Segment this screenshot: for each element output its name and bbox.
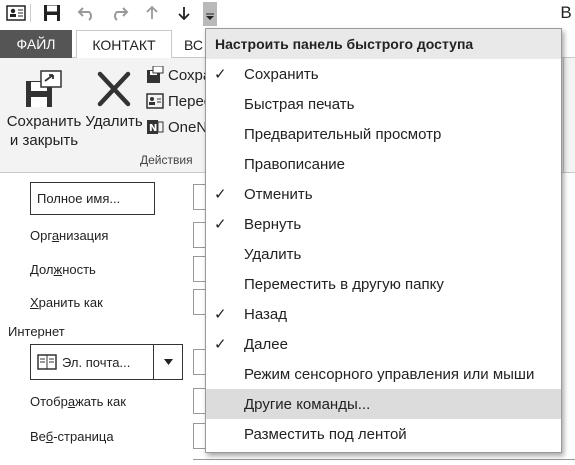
save-as-label: Сохранить <box>168 66 206 84</box>
email-button[interactable]: Эл. почта... <box>31 345 154 379</box>
menu-header: Настроить панель быстрого доступа <box>206 29 561 59</box>
undo-icon[interactable] <box>75 2 99 24</box>
customize-qat-menu: Настроить панель быстрого доступа ✓ Сохра… <box>205 28 562 453</box>
menu-item-label: Разместить под лентой <box>244 425 407 443</box>
menu-item-label: Переместить в другую папку <box>244 275 444 293</box>
menu-item-undo[interactable]: ✓ Отменить <box>206 179 561 209</box>
forward-label: Переслать <box>168 92 206 110</box>
up-arrow-icon[interactable] <box>140 2 164 24</box>
toolbar-separator <box>30 4 31 22</box>
menu-item-delete[interactable]: Удалить <box>206 239 561 269</box>
forward-button[interactable]: Переслать <box>146 90 206 112</box>
menu-item-label: Предварительный просмотр <box>244 125 442 143</box>
menu-item-quick-print[interactable]: Быстрая печать <box>206 89 561 119</box>
ribbon-group-label: Действия <box>140 153 193 167</box>
display-as-label: Отображать как <box>30 394 126 409</box>
email-label: Эл. почта... <box>62 354 131 370</box>
menu-item-move-to-folder[interactable]: Переместить в другую папку <box>206 269 561 299</box>
tab-insert-partial[interactable]: ВС <box>184 37 203 53</box>
email-field-group: Эл. почта... <box>30 344 183 380</box>
save-and-close-button[interactable]: Сохранить и закрыть <box>4 66 84 150</box>
file-as-label: Хранить как <box>30 295 103 310</box>
onenote-button[interactable]: N OneNote <box>146 116 206 138</box>
quick-access-toolbar: В <box>0 0 575 28</box>
menu-item-more-commands[interactable]: Другие команды... <box>206 389 561 419</box>
menu-item-label: Назад <box>244 305 287 323</box>
window-title-fragment: В <box>560 3 572 22</box>
down-arrow-icon[interactable] <box>172 2 196 24</box>
menu-item-label: Другие команды... <box>244 395 371 413</box>
menu-item-save[interactable]: ✓ Сохранить <box>206 59 561 89</box>
checkmark-icon: ✓ <box>214 335 227 353</box>
save-and-close-label-2: и закрыть <box>9 132 79 149</box>
forward-contact-icon <box>146 93 164 109</box>
web-page-label: Веб-страница <box>30 429 114 444</box>
address-book-icon <box>37 354 57 370</box>
contact-card-icon[interactable] <box>4 2 28 24</box>
tab-contact[interactable]: КОНТАКТ <box>76 30 172 59</box>
customize-dropdown-icon[interactable] <box>203 2 217 26</box>
save-and-close-label-1: Сохранить <box>6 113 82 130</box>
menu-item-label: Вернуть <box>244 215 302 233</box>
checkmark-icon: ✓ <box>214 215 227 233</box>
delete-x-icon <box>95 66 133 112</box>
menu-item-redo[interactable]: ✓ Вернуть <box>206 209 561 239</box>
save-icon[interactable] <box>40 2 64 24</box>
tab-file[interactable]: ФАЙЛ <box>0 30 72 58</box>
form-divider <box>193 459 575 460</box>
redo-icon[interactable] <box>107 2 131 24</box>
onenote-icon: N <box>147 120 164 134</box>
menu-item-print-preview[interactable]: Предварительный просмотр <box>206 119 561 149</box>
menu-item-label: Правописание <box>244 155 345 173</box>
menu-item-spelling[interactable]: Правописание <box>206 149 561 179</box>
menu-item-show-below-ribbon[interactable]: Разместить под лентой <box>206 419 561 449</box>
save-as-icon <box>147 66 164 83</box>
menu-item-label: Отменить <box>244 185 313 203</box>
ribbon-scroll-edge <box>563 58 575 173</box>
menu-item-label: Режим сенсорного управления или мыши <box>244 365 535 383</box>
full-name-button[interactable]: Полное имя... <box>30 182 155 215</box>
save-as-button[interactable]: Сохранить <box>146 64 206 86</box>
svg-text:N: N <box>149 123 157 134</box>
menu-item-next[interactable]: ✓ Далее <box>206 329 561 359</box>
organization-label: Организация <box>30 228 109 243</box>
checkmark-icon: ✓ <box>214 185 227 203</box>
menu-item-label: Далее <box>244 335 288 353</box>
menu-item-previous[interactable]: ✓ Назад <box>206 299 561 329</box>
menu-item-label: Сохранить <box>244 65 319 83</box>
onenote-label: OneNote <box>168 118 206 136</box>
delete-label: Удалить <box>85 113 143 130</box>
internet-section-label: Интернет <box>8 324 65 339</box>
checkmark-icon: ✓ <box>214 65 227 83</box>
menu-item-label: Быстрая печать <box>244 95 355 113</box>
save-and-close-icon <box>23 66 65 112</box>
menu-item-touch-mouse-mode[interactable]: Режим сенсорного управления или мыши <box>206 359 561 389</box>
email-dropdown-icon[interactable] <box>154 345 182 379</box>
delete-button[interactable]: Удалить <box>84 66 144 131</box>
checkmark-icon: ✓ <box>214 305 227 323</box>
job-title-label: Должность <box>30 262 96 277</box>
menu-item-label: Удалить <box>244 245 302 263</box>
